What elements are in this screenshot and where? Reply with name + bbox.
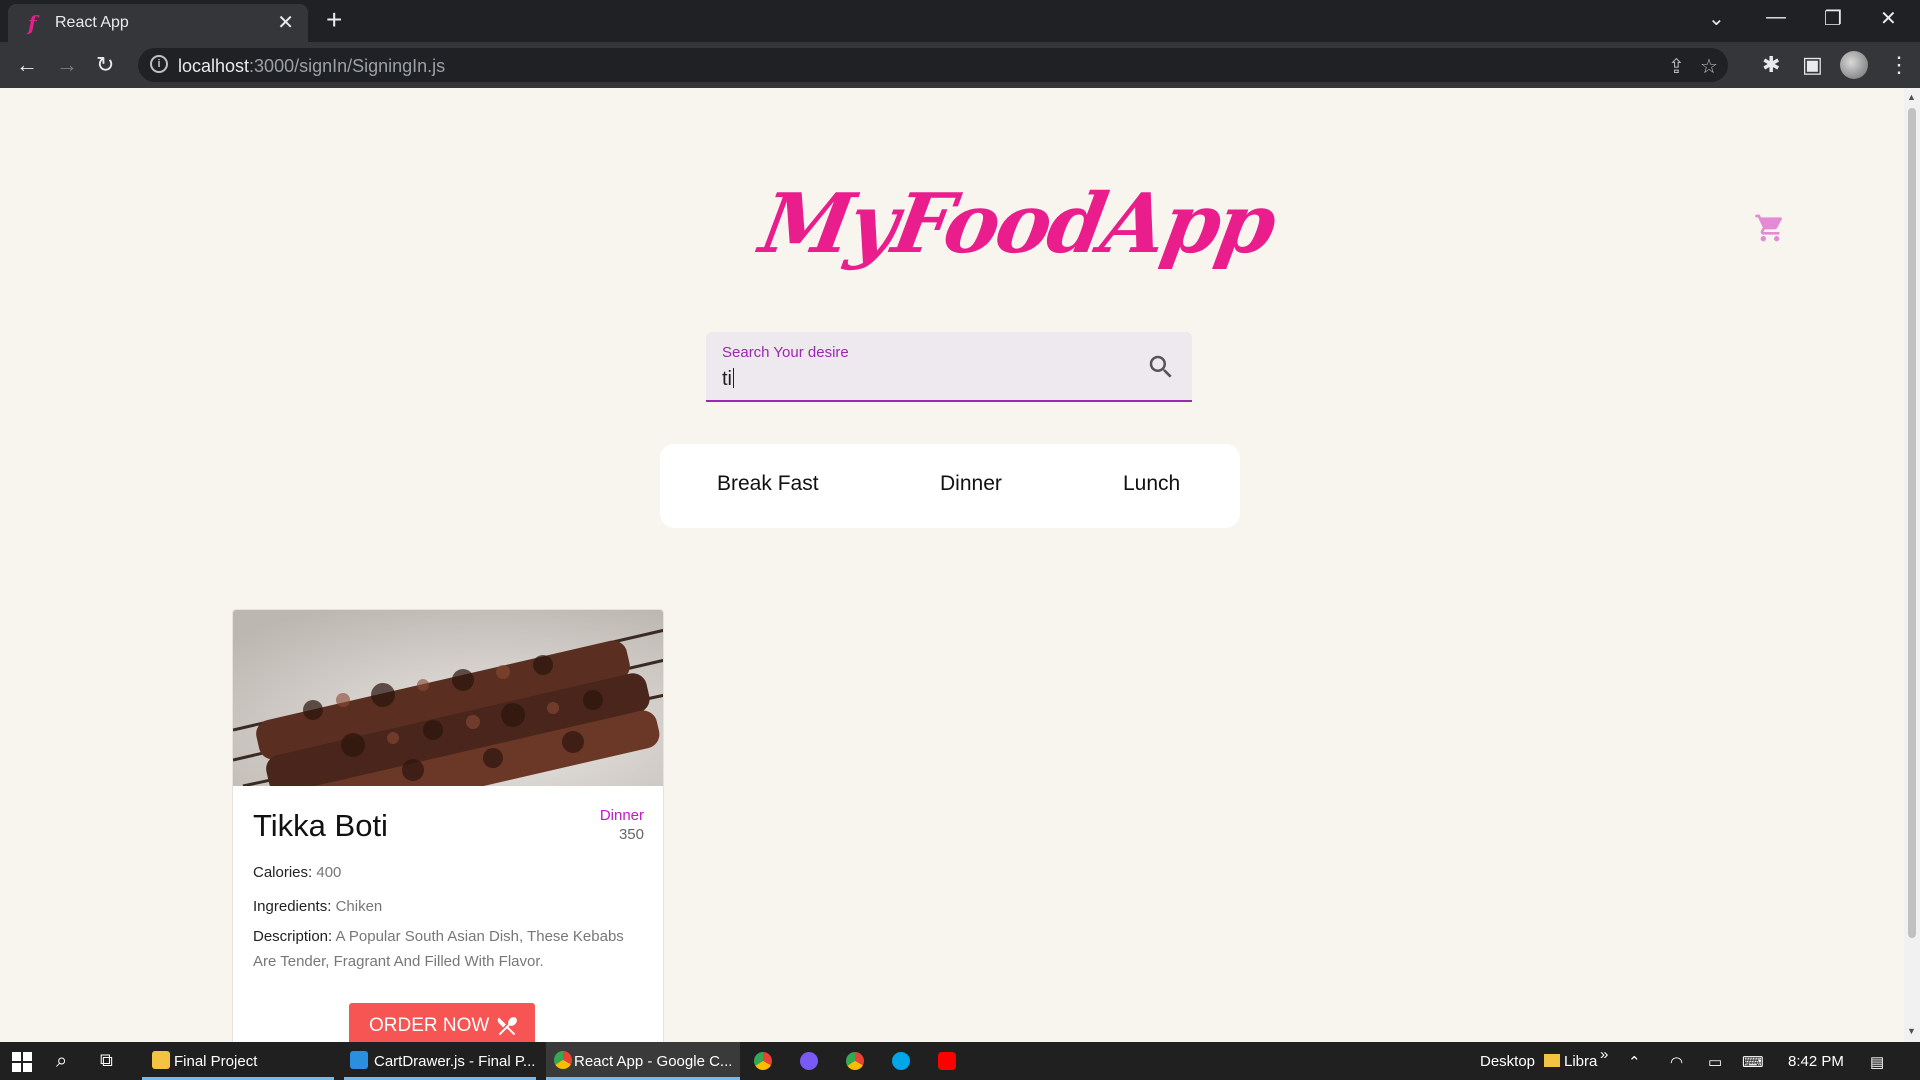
ingredients-row: Ingredients: Chiken [253,894,649,919]
browser-menu-icon[interactable]: ⋮ [1888,52,1910,78]
description-label: Description: [253,928,333,945]
site-info-icon[interactable]: i [150,55,168,73]
category-lunch[interactable]: Lunch [1123,472,1180,496]
tab-search-icon[interactable]: ⌄ [1708,6,1725,31]
calories-label: Calories: [253,864,313,881]
task-view-icon[interactable]: ⧉ [100,1050,113,1071]
taskbar-search-icon[interactable]: ⌕ [56,1050,67,1073]
browser-tab-bar: f React App ✕ + ⌄ — ❐ ✕ [0,0,1920,42]
ingredients-label: Ingredients: [253,898,332,915]
notification-icon[interactable]: ▤ [1870,1053,1884,1071]
clock-time[interactable]: 8:42 PM [1788,1053,1844,1070]
food-price: 350 [618,826,644,843]
close-window-icon[interactable]: ✕ [1880,6,1897,31]
scroll-thumb[interactable] [1908,108,1916,938]
order-now-label: ORDER NOW [369,1015,490,1036]
search-field[interactable]: Search Your desire ti [706,332,1192,402]
url-text[interactable]: localhost:3000/signIn/SigningIn.js [178,56,445,77]
address-bar[interactable]: i localhost:3000/signIn/SigningIn.js ⇪ ☆ [138,48,1728,82]
search-icon[interactable] [1146,352,1176,382]
profile-avatar[interactable] [1840,51,1868,79]
taskbar-item-final-project[interactable]: Final Project [142,1042,334,1080]
tab-title: React App [55,14,129,31]
search-label: Search Your desire [722,344,849,361]
windows-start-icon[interactable] [12,1052,32,1072]
show-hidden-icons-icon[interactable]: ⌃ [1628,1053,1641,1071]
category-breakfast[interactable]: Break Fast [717,472,819,496]
food-image [233,610,663,786]
wifi-icon[interactable]: ◠ [1670,1053,1683,1071]
bookmark-star-icon[interactable]: ☆ [1700,54,1718,79]
github-desktop-icon[interactable] [800,1052,818,1070]
description-row: Description: A Popular South Asian Dish,… [253,924,649,974]
close-tab-icon[interactable]: ✕ [277,10,294,35]
extensions-icon[interactable]: ✱ [1762,52,1780,78]
skype-icon[interactable] [892,1052,910,1070]
browser-tab[interactable]: f React App ✕ [8,4,308,42]
folder-icon [1544,1054,1560,1067]
food-category: Dinner [599,807,644,824]
page-scrollbar[interactable]: ▲ ▼ [1904,88,1920,1042]
chrome-profile-icon[interactable] [846,1052,864,1070]
back-icon[interactable]: ← [16,52,38,78]
scroll-down-icon[interactable]: ▼ [1907,1026,1916,1036]
reload-icon[interactable]: ↻ [96,52,114,78]
calories-value: 400 [316,864,342,881]
keyboard-icon[interactable]: ⌨ [1742,1053,1764,1071]
share-icon[interactable]: ⇪ [1668,54,1685,79]
taskbar-item-vscode[interactable]: CartDrawer.js - Final P... [344,1042,536,1080]
library-toolbar-label[interactable]: Libra [1544,1053,1597,1070]
chrome-pinned-icon[interactable] [754,1052,772,1070]
app-favicon-icon: f [28,11,37,35]
app-logo: MyFoodApp [753,176,1281,272]
scroll-up-icon[interactable]: ▲ [1907,92,1916,102]
vscode-icon [350,1051,368,1069]
taskbar-item-chrome[interactable]: React App - Google C... [546,1042,740,1080]
forward-icon[interactable]: → [56,52,78,78]
windows-taskbar: ⌕ ⧉ Final Project CartDrawer.js - Final … [0,1042,1920,1080]
category-filter-bar: Break Fast Dinner Lunch [660,444,1240,528]
utensils-icon [497,1017,517,1036]
order-now-button[interactable]: ORDER NOW [349,1003,535,1042]
category-dinner[interactable]: Dinner [940,472,1002,496]
file-explorer-icon [152,1051,170,1069]
side-panel-icon[interactable]: ▣ [1802,52,1823,78]
ingredients-value: Chiken [335,898,383,915]
browser-toolbar: ← → ↻ i localhost:3000/signIn/SigningIn.… [0,42,1920,88]
food-card: Tikka Boti Dinner 350 Calories: 400 Ingr… [232,609,664,1042]
page-viewport: MyFoodApp Search Your desire ti Break Fa… [0,88,1904,1042]
cart-icon[interactable] [1754,212,1786,244]
toolbar-overflow-icon[interactable]: » [1600,1046,1608,1063]
battery-icon[interactable]: ▭ [1708,1053,1722,1071]
search-input[interactable]: ti [722,368,734,391]
calories-row: Calories: 400 [253,860,649,885]
restore-icon[interactable]: ❐ [1824,6,1842,31]
new-tab-icon[interactable]: + [326,6,342,34]
desktop-toolbar-label[interactable]: Desktop [1480,1053,1535,1070]
youtube-icon[interactable] [938,1052,956,1070]
food-title: Tikka Boti [253,808,388,843]
chrome-icon [554,1051,572,1069]
minimize-icon[interactable]: — [1766,6,1786,29]
